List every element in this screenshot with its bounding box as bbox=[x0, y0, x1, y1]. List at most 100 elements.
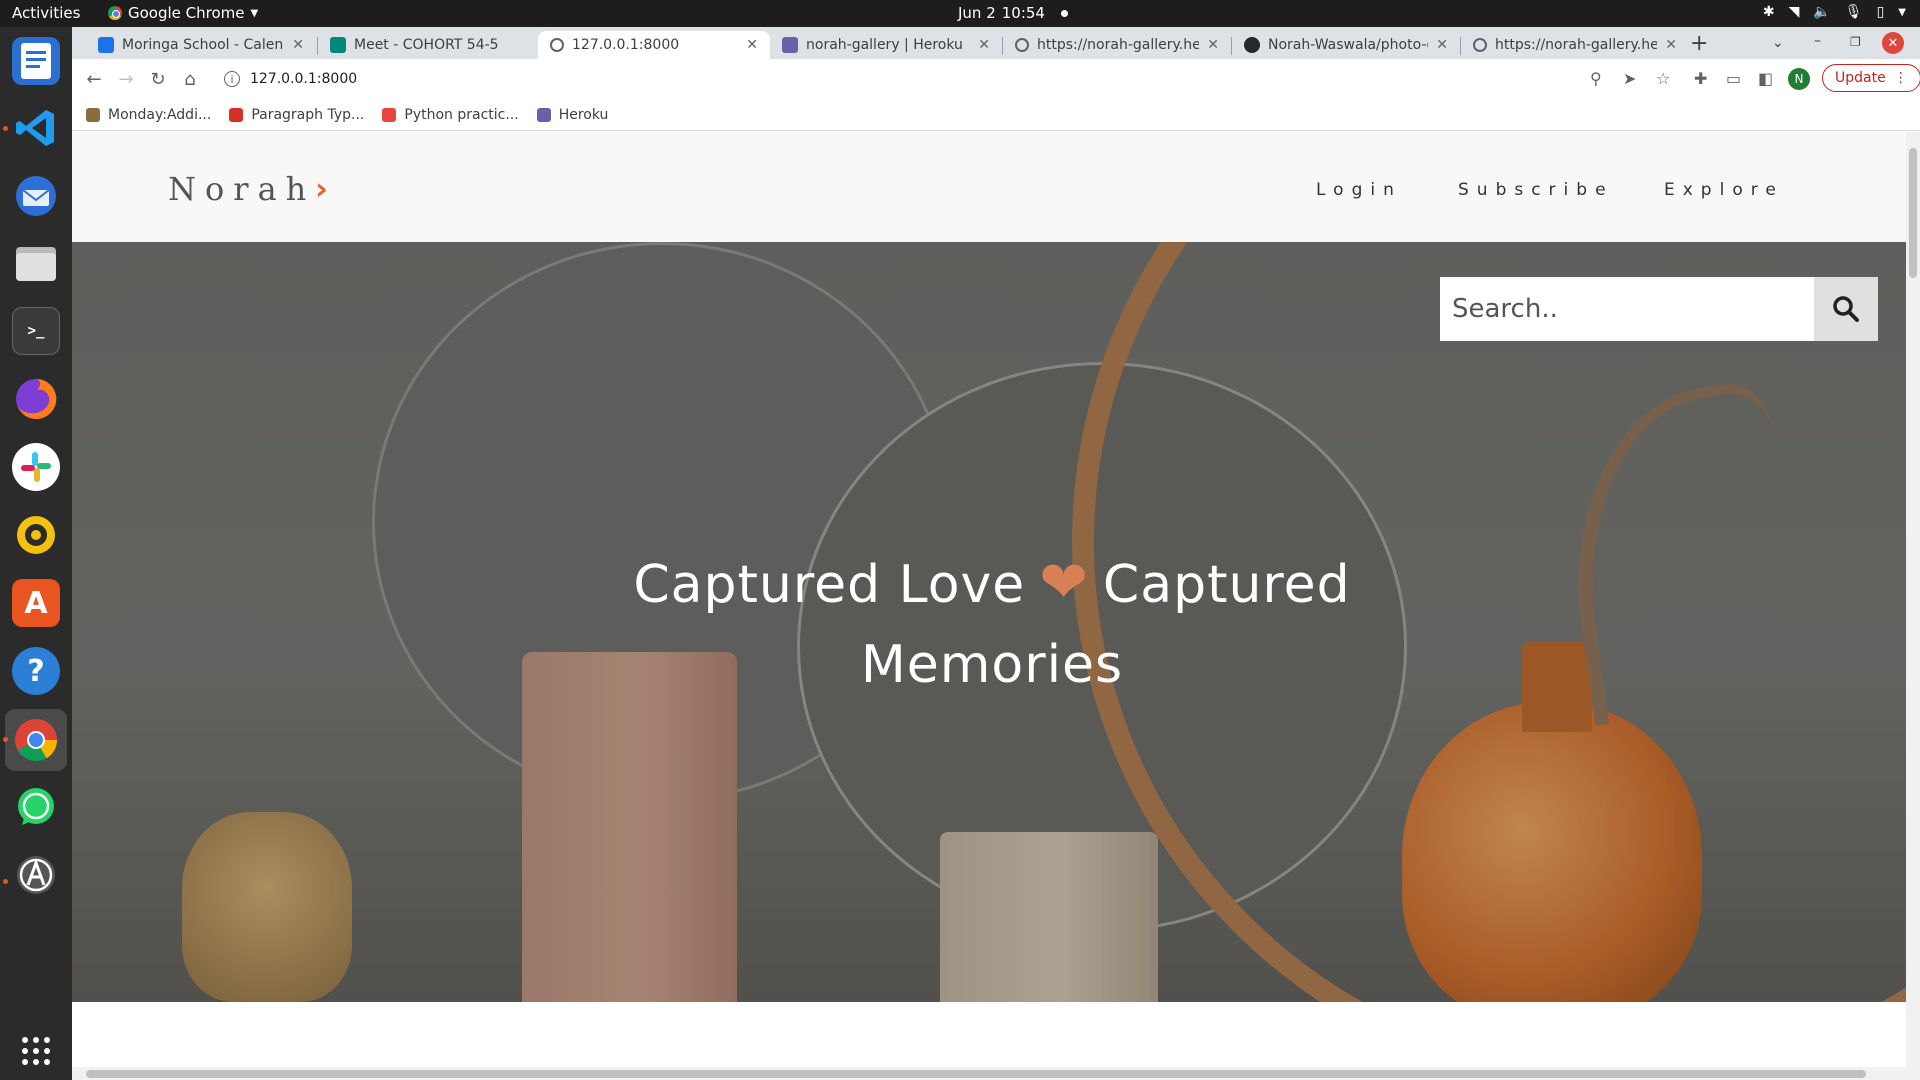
system-top-bar: Activities Google Chrome ▼ Jun 2 10:54 ✱… bbox=[0, 0, 1920, 27]
close-tab-icon[interactable]: ✕ bbox=[1665, 37, 1677, 53]
extensions-icon[interactable]: ✚ bbox=[1694, 69, 1707, 88]
bookmark-monday[interactable]: Monday:Addi... bbox=[86, 107, 211, 123]
scrollbar-thumb[interactable] bbox=[86, 1070, 1866, 1078]
bookmark-paragraph[interactable]: Paragraph Typ... bbox=[229, 107, 364, 123]
home-icon[interactable]: ⌂ bbox=[178, 67, 202, 91]
nav-explore[interactable]: Explore bbox=[1664, 180, 1784, 200]
hero-line2: Memories bbox=[860, 635, 1124, 695]
updater-running-indicator bbox=[3, 879, 8, 884]
search-input[interactable] bbox=[1440, 277, 1814, 341]
chrome-running-indicator bbox=[3, 737, 8, 742]
tab-github[interactable]: Norah-Waswala/photo-gallery ✕ bbox=[1232, 31, 1460, 59]
close-tab-icon[interactable]: ✕ bbox=[292, 37, 304, 53]
libreoffice-writer-icon[interactable] bbox=[12, 37, 60, 85]
minimize-icon[interactable]: – bbox=[1814, 33, 1821, 49]
system-tray[interactable]: ✱ ◥ 🔈 🎙 ▯ ▼ bbox=[1763, 4, 1906, 20]
bookmark-label: Monday:Addi... bbox=[108, 106, 212, 123]
firefox-icon[interactable] bbox=[12, 375, 60, 423]
restore-icon[interactable]: ❐ bbox=[1850, 35, 1861, 49]
more-menu-icon: ⋮ bbox=[1893, 70, 1908, 86]
page-viewport: Norah › Login Subscribe Explore Captured… bbox=[72, 132, 1906, 1067]
nav-login[interactable]: Login bbox=[1316, 180, 1402, 200]
url-text: 127.0.0.1:8000 bbox=[250, 71, 358, 87]
side-panel-icon[interactable]: ◧ bbox=[1758, 69, 1773, 88]
tab-norah-gallery-2[interactable]: https://norah-gallery.herokuapp.com ✕ bbox=[1461, 31, 1689, 59]
close-tab-icon[interactable]: ✕ bbox=[746, 37, 758, 53]
bookmark-heroku[interactable]: Heroku bbox=[536, 107, 608, 123]
terminal-icon[interactable]: >_ bbox=[12, 307, 60, 355]
hero-line1-left: Captured Love bbox=[633, 555, 1026, 615]
bookmark-python[interactable]: Python practic... bbox=[382, 107, 519, 123]
bookmark-star-icon[interactable]: ☆ bbox=[1656, 69, 1670, 88]
close-tab-icon[interactable]: ✕ bbox=[1436, 37, 1448, 53]
app-menu[interactable]: Google Chrome ▼ bbox=[108, 4, 258, 22]
hero-heading: Captured Love ❤ Captured Memories bbox=[632, 542, 1352, 705]
tab-localhost[interactable]: 127.0.0.1:8000 ✕ bbox=[538, 31, 770, 59]
clock[interactable]: Jun 2 10:54 bbox=[958, 4, 1068, 22]
tray-menu-caret-icon: ▼ bbox=[1898, 6, 1906, 18]
files-icon[interactable] bbox=[12, 239, 60, 287]
software-center-icon[interactable]: A bbox=[12, 579, 60, 627]
microphone-icon: 🎙 bbox=[1844, 4, 1863, 20]
browser-toolbar: ← → ↻ ⌂ i 127.0.0.1:8000 ⚲ ➤ ☆ ✚ ▭ ◧ N U… bbox=[72, 59, 1920, 99]
bookmark-favicon-icon bbox=[536, 107, 551, 122]
rhythmbox-icon[interactable] bbox=[12, 511, 60, 559]
scrollbar-thumb[interactable] bbox=[1909, 148, 1917, 278]
globe-favicon-icon bbox=[1015, 38, 1029, 52]
tab-title: Norah-Waswala/photo-gallery bbox=[1268, 37, 1428, 53]
reload-icon[interactable]: ↻ bbox=[146, 67, 170, 91]
vscode-running-indicator bbox=[3, 126, 8, 131]
tab-moringa-calendar[interactable]: Moringa School - Calendar ✕ bbox=[86, 31, 316, 59]
search-form bbox=[1440, 277, 1878, 341]
tab-strip: Moringa School - Calendar ✕ Meet - COHOR… bbox=[72, 27, 1920, 59]
notification-dot-icon bbox=[1060, 9, 1068, 17]
update-button[interactable]: Update ⋮ bbox=[1822, 64, 1920, 92]
chevron-right-icon: › bbox=[315, 171, 328, 207]
tab-heroku[interactable]: norah-gallery | Heroku ✕ bbox=[770, 31, 1002, 59]
chrome-icon[interactable] bbox=[5, 709, 67, 771]
address-bar[interactable]: i 127.0.0.1:8000 bbox=[212, 63, 1732, 95]
heart-icon: ❤ bbox=[1039, 548, 1089, 616]
cast-icon[interactable]: ▭ bbox=[1726, 69, 1741, 88]
nav-subscribe[interactable]: Subscribe bbox=[1458, 180, 1614, 200]
page-content-area bbox=[72, 1002, 1906, 1067]
hero-line1-right: Captured bbox=[1102, 555, 1351, 615]
volume-icon: 🔈 bbox=[1813, 4, 1831, 20]
bookmark-favicon-icon bbox=[86, 107, 100, 122]
vertical-scrollbar[interactable] bbox=[1906, 132, 1920, 1080]
horizontal-scrollbar[interactable] bbox=[72, 1067, 1906, 1080]
tab-title: Moringa School - Calendar bbox=[122, 37, 284, 53]
close-window-icon[interactable]: ✕ bbox=[1882, 32, 1904, 54]
chrome-window: Moringa School - Calendar ✕ Meet - COHOR… bbox=[72, 27, 1920, 1080]
site-info-icon[interactable]: i bbox=[224, 71, 240, 87]
thunderbird-icon[interactable] bbox=[12, 172, 60, 220]
vscode-icon[interactable] bbox=[12, 104, 60, 152]
slack-icon[interactable] bbox=[12, 443, 60, 491]
new-tab-icon[interactable]: + bbox=[1690, 31, 1708, 56]
tab-norah-gallery-1[interactable]: https://norah-gallery.herokuapp.com ✕ bbox=[1003, 31, 1231, 59]
whatsapp-icon[interactable] bbox=[12, 783, 60, 831]
close-tab-icon[interactable]: ✕ bbox=[1207, 37, 1219, 53]
send-icon[interactable]: ➤ bbox=[1623, 69, 1636, 88]
tab-title: https://norah-gallery.herokuapp.com bbox=[1495, 37, 1658, 53]
help-icon[interactable]: ? bbox=[12, 647, 60, 695]
activities-button[interactable]: Activities bbox=[12, 4, 80, 22]
close-tab-icon[interactable]: ✕ bbox=[978, 37, 990, 53]
profile-avatar[interactable]: N bbox=[1788, 68, 1810, 90]
brand-name: Norah bbox=[168, 170, 316, 208]
tab-search-icon[interactable]: ⌄ bbox=[1772, 35, 1784, 51]
software-updater-icon[interactable] bbox=[12, 851, 60, 899]
chrome-app-icon bbox=[108, 6, 122, 20]
forward-icon[interactable]: → bbox=[114, 67, 138, 91]
clock-time: 10:54 bbox=[1001, 4, 1045, 22]
search-button[interactable] bbox=[1814, 277, 1878, 341]
back-icon[interactable]: ← bbox=[82, 67, 106, 91]
zoom-icon[interactable]: ⚲ bbox=[1590, 69, 1602, 88]
site-logo[interactable]: Norah › bbox=[168, 170, 328, 208]
globe-favicon-icon bbox=[550, 38, 564, 52]
bookmark-favicon-icon bbox=[229, 107, 244, 122]
calendar-favicon-icon bbox=[98, 37, 114, 53]
slack-tray-icon: ✱ bbox=[1762, 4, 1775, 20]
show-applications-icon[interactable] bbox=[12, 1027, 60, 1075]
meet-favicon-icon bbox=[330, 37, 346, 53]
